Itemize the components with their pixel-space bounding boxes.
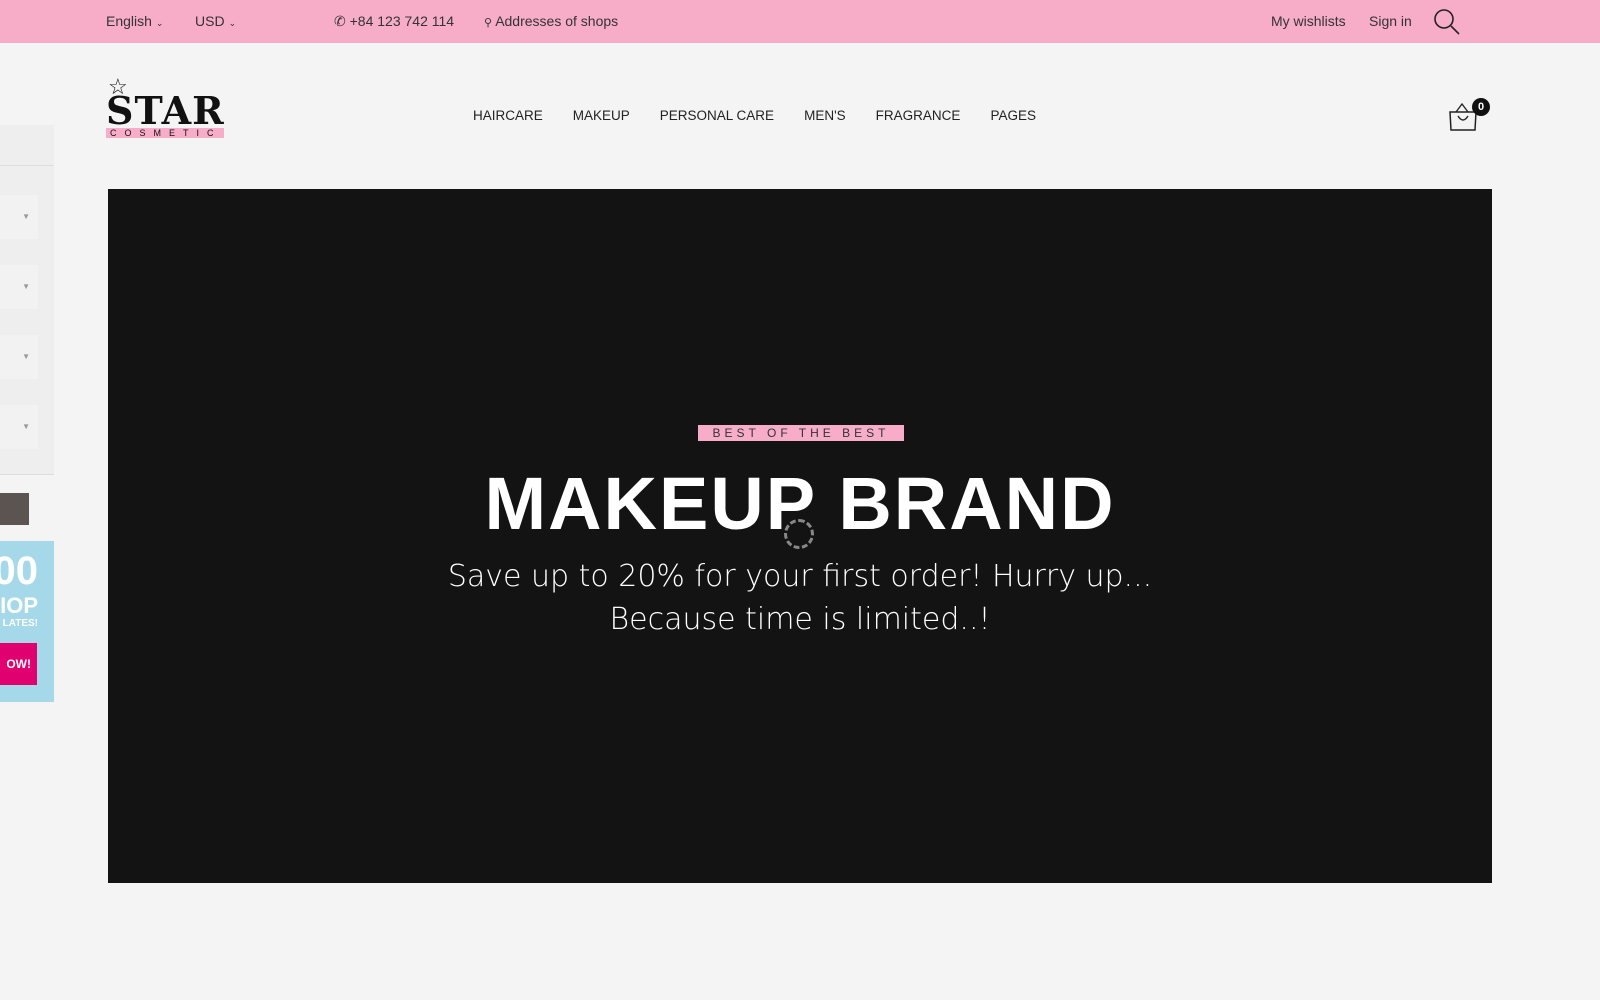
- main-nav: HAIRCARE MAKEUP PERSONAL CARE MEN'S FRAG…: [473, 108, 1036, 123]
- loading-spinner-icon: [784, 519, 814, 549]
- hero-banner: BEST OF THE BEST MAKEUP BRAND Save up to…: [108, 189, 1492, 883]
- phone-link[interactable]: ✆ +84 123 742 114: [334, 13, 454, 30]
- nav-pages[interactable]: PAGES: [990, 108, 1036, 123]
- nav-personal-care[interactable]: PERSONAL CARE: [660, 108, 774, 123]
- side-button[interactable]: [0, 493, 29, 525]
- side-select[interactable]: ▼: [0, 405, 38, 449]
- language-label: English: [106, 13, 152, 29]
- addresses-label: Addresses of shops: [495, 13, 619, 29]
- side-promo-banner: 00 IOP LATES! OW!: [0, 541, 54, 702]
- nav-makeup[interactable]: MAKEUP: [573, 108, 630, 123]
- side-panel: ▼ ▼ ▼ ▼: [0, 125, 54, 475]
- hero-tag: BEST OF THE BEST: [698, 425, 904, 441]
- top-bar: English ⌄ USD ⌄ ✆ +84 123 742 114 ⚲ Addres…: [0, 0, 1600, 43]
- logo-subtitle: COSMETIC: [106, 128, 224, 138]
- nav-mens[interactable]: MEN'S: [804, 108, 846, 123]
- hero-subtitle-2: Because time is limited..!: [609, 602, 991, 637]
- divider: [0, 165, 54, 166]
- side-select[interactable]: ▼: [0, 335, 38, 379]
- currency-label: USD: [195, 13, 225, 29]
- nav-fragrance[interactable]: FRAGRANCE: [876, 108, 961, 123]
- promo-button[interactable]: OW!: [0, 643, 37, 685]
- signin-link[interactable]: Sign in: [1369, 13, 1412, 29]
- language-selector[interactable]: English ⌄: [106, 13, 163, 29]
- map-pin-icon: ⚲: [484, 17, 493, 29]
- phone-icon: ✆: [334, 13, 346, 29]
- addresses-link[interactable]: ⚲ Addresses of shops: [484, 13, 618, 29]
- currency-selector[interactable]: USD ⌄: [195, 13, 236, 29]
- logo-word: STAR: [106, 88, 225, 133]
- promo-text: IOP: [0, 593, 38, 618]
- logo[interactable]: ☆ STAR COSMETIC: [106, 74, 226, 142]
- nav-haircare[interactable]: HAIRCARE: [473, 108, 543, 123]
- cart-count-badge: 0: [1472, 98, 1490, 116]
- chevron-down-icon: ⌄: [228, 18, 237, 28]
- chevron-down-icon: ⌄: [155, 18, 164, 28]
- wishlists-link[interactable]: My wishlists: [1271, 13, 1346, 29]
- phone-number: +84 123 742 114: [349, 13, 455, 29]
- side-select[interactable]: ▼: [0, 265, 38, 309]
- search-icon[interactable]: [1432, 7, 1462, 37]
- promo-text: 00: [0, 549, 38, 593]
- promo-text: LATES!: [2, 618, 38, 629]
- hero-subtitle: Save up to 20% for your first order! Hur…: [447, 559, 1153, 594]
- side-select[interactable]: ▼: [0, 195, 38, 239]
